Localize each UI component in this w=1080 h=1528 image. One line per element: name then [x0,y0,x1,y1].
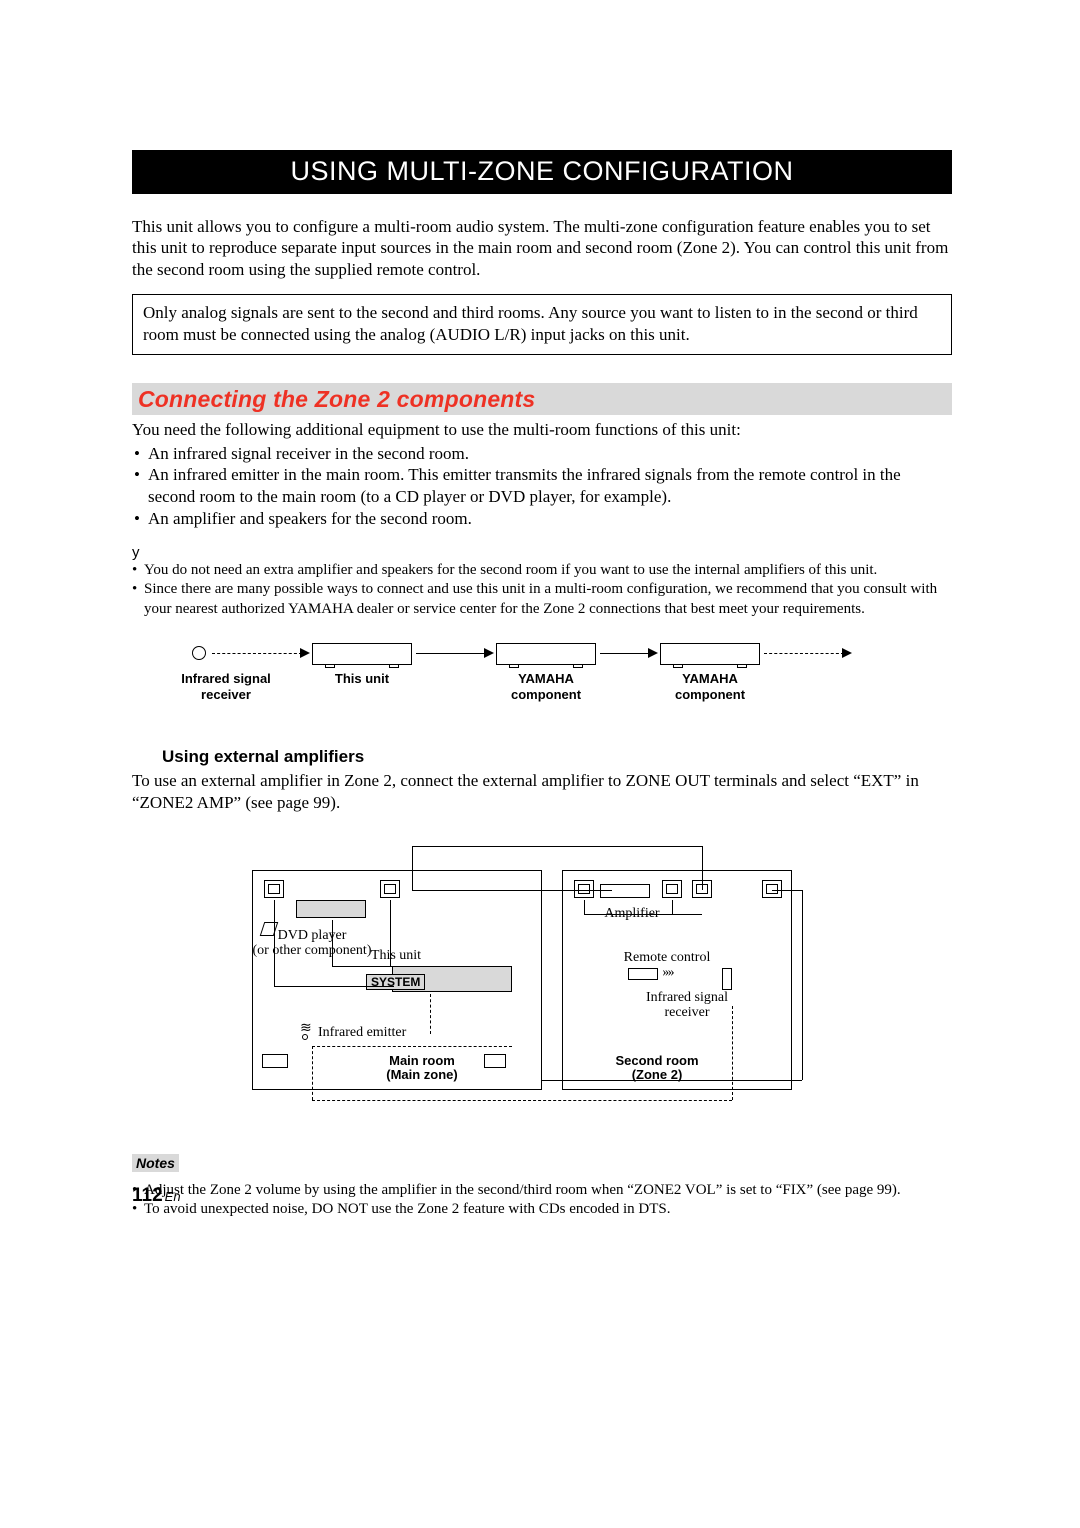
speaker-icon [574,880,594,898]
component-box [496,643,596,665]
list-item: An amplifier and speakers for the second… [132,508,952,530]
tip-marker: y [132,544,952,561]
subheading-paragraph: To use an external amplifier in Zone 2, … [132,770,952,814]
section-heading-bar: Connecting the Zone 2 components [132,383,952,415]
wire [584,914,702,915]
list-item: Since there are many possible ways to co… [132,580,952,619]
notes-list: Adjust the Zone 2 volume by using the am… [132,1181,952,1220]
page-title: USING MULTI-ZONE CONFIGURATION [132,150,952,194]
speaker-icon [762,880,782,898]
component-b-label: YAMAHA component [660,671,760,702]
wire [672,900,673,914]
arrow-head-icon [842,648,852,658]
solid-arrow [416,653,486,654]
system-tag: SYSTEM [366,974,425,990]
section-heading: Connecting the Zone 2 components [138,386,535,413]
arrow-head-icon [648,648,658,658]
tip-list: You do not need an extra amplifier and s… [132,561,952,620]
this-unit-label: This unit [366,948,426,963]
dashed-wire [312,1046,313,1100]
ir-receiver-label: Infrared signal receiver [166,671,286,702]
list-item: An infrared signal receiver in the secon… [132,443,952,465]
speaker-icon [692,880,712,898]
wire [802,890,803,1080]
page-lang: En [165,1189,181,1204]
component-box [660,643,760,665]
list-item: To avoid unexpected noise, DO NOT use th… [132,1200,952,1220]
wire [274,900,275,986]
wire [332,920,333,966]
unit-box [312,643,412,665]
wire [390,900,391,966]
signal-flow-diagram: Infrared signal receiver This unit YAMAH… [172,641,912,719]
dashed-arrow [764,653,844,654]
wire [274,986,394,987]
remote-control-label: Remote control [612,950,722,965]
ir-emitter-dot-icon [302,1034,308,1040]
component-a-label: YAMAHA component [496,671,596,702]
speaker-icon [380,880,400,898]
page-number-value: 112 [132,1185,163,1206]
small-device-icon [484,1054,506,1068]
ir-wave-icon: ›››› [662,965,673,981]
notes-heading: Notes [132,1154,179,1172]
ir-emitter-label: Infrared emitter [318,1025,428,1040]
equipment-intro: You need the following additional equipm… [132,419,952,440]
dashed-wire [312,1046,512,1047]
list-item: You do not need an extra amplifier and s… [132,561,952,581]
dashed-wire [430,994,431,1034]
speaker-icon [264,880,284,898]
dvd-player-icon [296,900,366,918]
remote-control-icon [628,968,658,980]
room-diagram: DVD player (or other component) This uni… [252,870,852,1120]
list-item: Adjust the Zone 2 volume by using the am… [132,1181,952,1201]
page-content: USING MULTI-ZONE CONFIGURATION This unit… [132,150,952,1220]
small-device-icon [262,1054,288,1068]
speaker-icon [662,880,682,898]
info-callout: Only analog signals are sent to the seco… [132,294,952,356]
main-room-label: Main room (Main zone) [362,1054,482,1083]
wire [412,846,702,847]
ir-receiver-label: Infrared signal receiver [632,990,742,1021]
solid-arrow [600,653,650,654]
list-item: An infrared emitter in the main room. Th… [132,464,952,508]
this-unit-label: This unit [312,671,412,687]
page-number: 112En [132,1185,181,1207]
wire [332,966,392,967]
dashed-wire [312,1100,732,1101]
wire [412,890,612,891]
second-room-label: Second room (Zone 2) [592,1054,722,1083]
ir-receiver-icon [722,968,732,990]
ir-receiver-icon [192,646,206,660]
wire [584,900,585,914]
amplifier-icon [600,884,650,898]
dashed-arrow [212,653,302,654]
arrow-head-icon [484,648,494,658]
arrow-head-icon [300,648,310,658]
intro-paragraph: This unit allows you to configure a mult… [132,216,952,280]
equipment-list: An infrared signal receiver in the secon… [132,443,952,530]
subheading: Using external amplifiers [162,747,952,767]
